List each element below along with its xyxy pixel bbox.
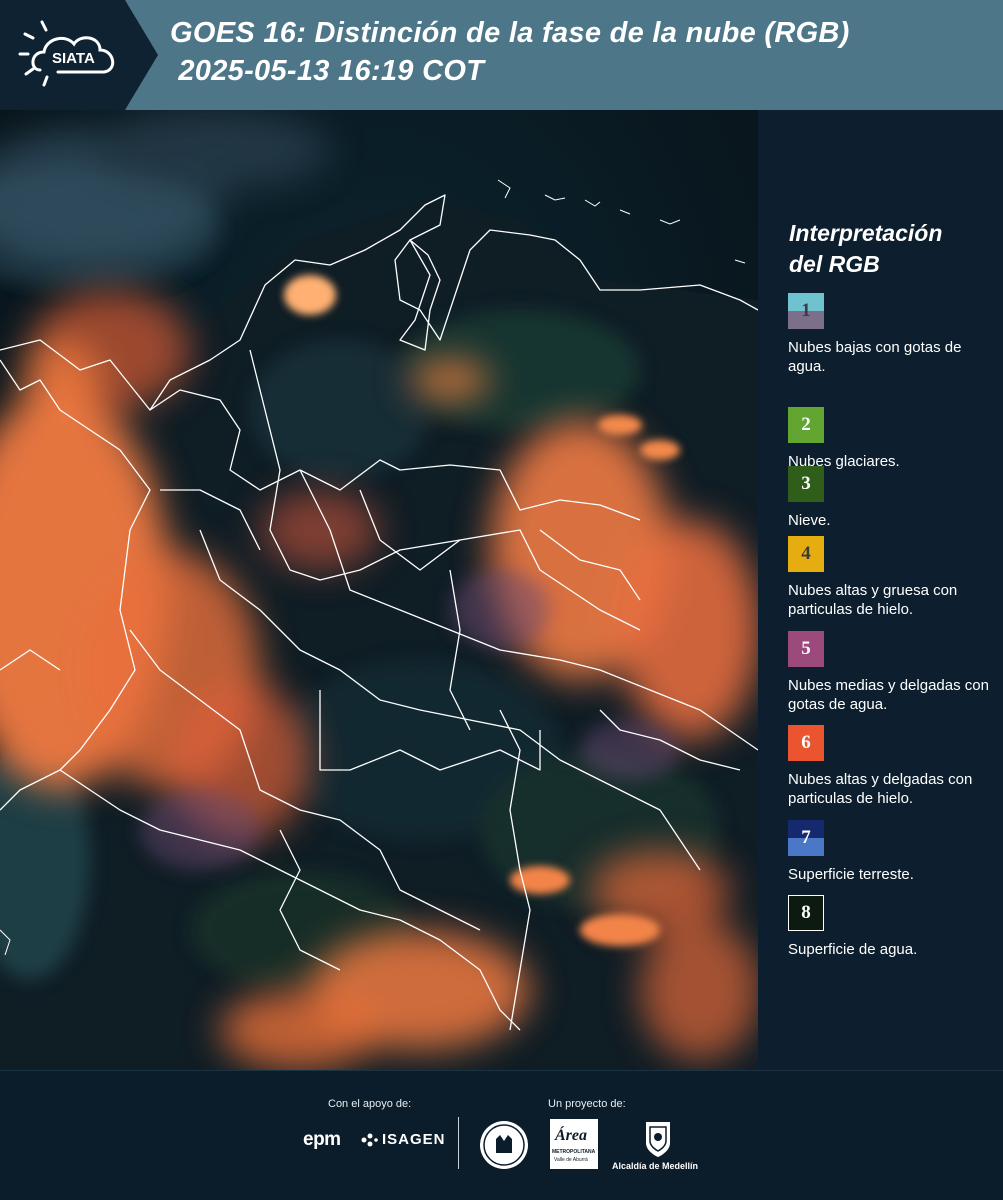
legend-swatch: 6 bbox=[788, 725, 824, 761]
legend-label: Nubes altas y delgadas con particulas de… bbox=[788, 771, 973, 807]
legend-item-3: 3 Nieve. bbox=[788, 466, 1000, 530]
legend-label: Superficie de agua. bbox=[788, 941, 918, 958]
legend-swatch: 1 bbox=[788, 293, 824, 329]
area-metro-logo-text: Área bbox=[555, 1127, 587, 1144]
legend-label: Nubes medias y delgadas con gotas de agu… bbox=[788, 677, 989, 713]
legend-number: 4 bbox=[801, 543, 811, 564]
legend-number: 2 bbox=[801, 414, 811, 435]
legend-number: 8 bbox=[801, 902, 811, 923]
legend-number: 6 bbox=[801, 732, 811, 753]
footer-divider bbox=[458, 1117, 459, 1169]
project-label: Un proyecto de: bbox=[548, 1098, 626, 1110]
legend-number: 1 bbox=[801, 300, 811, 321]
legend-swatch: 4 bbox=[788, 536, 824, 572]
legend-item-5: 5 Nubes medias y delgadas con gotas de ag… bbox=[788, 631, 1000, 714]
legend-item-7: 7 Superficie terreste. bbox=[788, 820, 1000, 884]
legend-item-8: 8 Superficie de agua. bbox=[788, 895, 1000, 959]
legend-number: 5 bbox=[801, 638, 811, 659]
area-metropolitana-logo: Área METROPOLITANA Valle de Aburrá bbox=[550, 1119, 598, 1169]
legend-item-6: 6 Nubes altas y delgadas con particulas d… bbox=[788, 725, 1000, 808]
rgb-satellite-image bbox=[0, 110, 758, 1070]
area-metro-sub-text: METROPOLITANA bbox=[552, 1149, 596, 1155]
legend-number: 3 bbox=[801, 473, 811, 494]
legend-swatch: 5 bbox=[788, 631, 824, 667]
seal-logo-icon bbox=[480, 1121, 528, 1169]
legend-panel: Interpretación del RGB 1 Nubes bajas con … bbox=[758, 110, 1003, 1070]
legend-swatch: 3 bbox=[788, 466, 824, 502]
isagen-logo-text: ISAGEN bbox=[382, 1131, 446, 1148]
legend-swatch: 7 bbox=[788, 820, 824, 856]
legend-number: 7 bbox=[801, 827, 811, 848]
siata-logo-text: SIATA bbox=[52, 50, 95, 67]
legend-swatch: 8 bbox=[788, 895, 824, 931]
support-label: Con el apoyo de: bbox=[328, 1098, 412, 1110]
legend-label: Nubes bajas con gotas de agua. bbox=[788, 339, 962, 375]
isagen-logo: ISAGEN bbox=[360, 1131, 446, 1148]
isagen-symbol-icon bbox=[361, 1133, 378, 1146]
legend-label: Nieve. bbox=[788, 512, 831, 529]
medellin-shield-icon bbox=[646, 1122, 670, 1157]
footer-bar: Con el apoyo de: Un proyecto de: epm ISA… bbox=[0, 1070, 1003, 1200]
siata-logo-icon: SIATA bbox=[0, 0, 158, 110]
alcaldia-logo-text: Alcaldía de Medellín bbox=[612, 1161, 699, 1171]
legend-label: Superficie terreste. bbox=[788, 866, 914, 883]
legend-title: Interpretación del RGB bbox=[789, 220, 943, 277]
legend-item-2: 2 Nubes glaciares. bbox=[788, 407, 1000, 471]
area-metro-sub2-text: Valle de Aburrá bbox=[554, 1157, 588, 1163]
legend-item-1: 1 Nubes bajas con gotas de agua. bbox=[788, 293, 1000, 376]
legend-item-4: 4 Nubes altas y gruesa con particulas de … bbox=[788, 536, 1000, 619]
epm-logo: epm bbox=[303, 1129, 341, 1150]
legend-label: Nubes altas y gruesa con particulas de h… bbox=[788, 582, 958, 618]
siata-logo: SIATA bbox=[0, 0, 158, 110]
page-title: GOES 16: Distinción de la fase de la nub… bbox=[170, 17, 850, 87]
header-bar: SIATA GOES 16: Distinción de la fase de … bbox=[0, 0, 1003, 110]
satellite-map[interactable] bbox=[0, 110, 758, 1070]
legend-swatch: 2 bbox=[788, 407, 824, 443]
